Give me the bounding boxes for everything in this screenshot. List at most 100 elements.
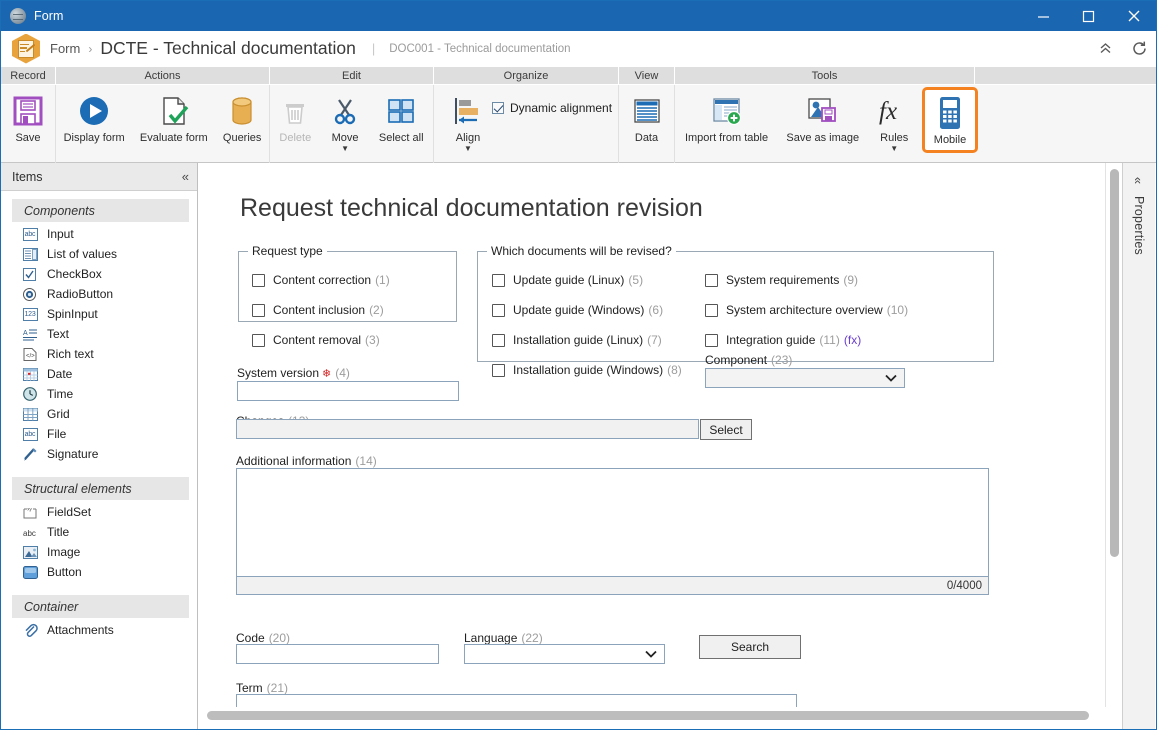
checkbox-system-requirements[interactable]: System requirements (9) bbox=[705, 273, 858, 287]
window-title: Form bbox=[34, 9, 64, 23]
align-label: Align bbox=[455, 132, 481, 144]
database-icon bbox=[226, 93, 258, 129]
changes-input[interactable] bbox=[236, 419, 699, 439]
chevron-double-up-icon[interactable] bbox=[1088, 32, 1122, 66]
sidebar-item-signature[interactable]: Signature bbox=[1, 444, 197, 464]
checkbox-installation-guide-linux[interactable]: Installation guide (Linux) (7) bbox=[492, 333, 662, 347]
system-version-label: System version ❄ (4) bbox=[237, 366, 350, 380]
checkbox-checked-icon bbox=[492, 102, 504, 114]
checkbox-content-correction[interactable]: Content correction (1) bbox=[252, 273, 390, 287]
chevron-down-icon[interactable]: ▼ bbox=[464, 145, 472, 153]
move-button[interactable]: Move ▼ bbox=[323, 90, 367, 153]
breadcrumb-root[interactable]: Form bbox=[50, 41, 80, 56]
sidebar-item-grid[interactable]: Grid bbox=[1, 404, 197, 424]
refresh-icon[interactable] bbox=[1122, 32, 1156, 66]
code-input[interactable] bbox=[236, 644, 439, 664]
chevron-down-icon[interactable]: ▼ bbox=[341, 145, 349, 153]
properties-panel-rail[interactable]: « Properties bbox=[1122, 163, 1155, 729]
close-button[interactable] bbox=[1111, 1, 1156, 31]
dynamic-alignment-checkbox[interactable]: Dynamic alignment bbox=[492, 90, 612, 115]
sidebar-item-time[interactable]: Time bbox=[1, 384, 197, 404]
checkbox-content-inclusion[interactable]: Content inclusion (2) bbox=[252, 303, 384, 317]
align-button[interactable]: Align ▼ bbox=[444, 90, 492, 153]
sidebar-item-label: List of values bbox=[47, 247, 118, 261]
sidebar-item-title[interactable]: abc Title bbox=[1, 522, 197, 542]
rich-text-icon: </> bbox=[22, 347, 38, 361]
mobile-button[interactable]: Mobile bbox=[921, 87, 979, 153]
canvas-vertical-scrollbar[interactable] bbox=[1105, 163, 1122, 713]
checkbox-installation-guide-windows[interactable]: Installation guide (Windows) (8) bbox=[492, 363, 682, 377]
checkbox-integration-guide[interactable]: Integration guide (11) (fx) bbox=[705, 333, 861, 347]
display-form-button[interactable]: Display form bbox=[57, 90, 132, 144]
checkbox-label: Content inclusion bbox=[273, 303, 366, 317]
checkbox-label: Content removal bbox=[273, 333, 362, 347]
checkbox-content-removal[interactable]: Content removal (3) bbox=[252, 333, 380, 347]
ribbon-group-label-record: Record bbox=[1, 67, 56, 85]
checkbox-icon bbox=[492, 363, 505, 377]
rules-button[interactable]: fx Rules ▼ bbox=[871, 90, 917, 153]
checkbox-label: Content correction bbox=[273, 273, 372, 287]
checkbox-icon bbox=[252, 333, 265, 347]
delete-button[interactable]: Delete bbox=[272, 90, 318, 144]
system-version-input[interactable] bbox=[237, 381, 459, 401]
breadcrumb-divider: | bbox=[371, 41, 376, 56]
breadcrumb-subtitle: DOC001 - Technical documentation bbox=[389, 42, 571, 55]
additional-information-textarea[interactable]: 0/4000 bbox=[236, 468, 989, 595]
checkbox-label: Installation guide (Windows) bbox=[513, 363, 664, 377]
checkbox-update-guide-windows[interactable]: Update guide (Windows) (6) bbox=[492, 303, 663, 317]
vertical-scroll-thumb[interactable] bbox=[1110, 169, 1119, 557]
sidebar-item-file[interactable]: abc File bbox=[1, 424, 197, 444]
title-bar: Form bbox=[1, 1, 1156, 31]
import-from-table-button[interactable]: Import from table bbox=[681, 90, 772, 144]
import-from-table-label: Import from table bbox=[684, 132, 769, 144]
save-as-image-button[interactable]: Save as image bbox=[782, 90, 863, 144]
save-button[interactable]: Save bbox=[5, 90, 51, 144]
save-as-image-label: Save as image bbox=[786, 132, 860, 144]
maximize-button[interactable] bbox=[1066, 1, 1111, 31]
svg-text:fx: fx bbox=[879, 98, 897, 125]
sidebar-item-list-of-values[interactable]: List of values bbox=[1, 244, 197, 264]
form-document-icon bbox=[12, 33, 40, 64]
sidebar-item-fieldset[interactable]: xy FieldSet bbox=[1, 502, 197, 522]
ribbon-group-headers: Record Actions Edit Organize View Tools bbox=[1, 67, 1156, 85]
code-number: (20) bbox=[268, 631, 291, 645]
evaluate-form-button[interactable]: Evaluate form bbox=[133, 90, 215, 144]
language-label-text: Language bbox=[464, 631, 518, 645]
required-marker-icon: ❄ bbox=[322, 368, 332, 380]
minimize-button[interactable] bbox=[1021, 1, 1066, 31]
component-select[interactable] bbox=[705, 368, 905, 388]
sidebar-item-spininput[interactable]: 123 SpinInput bbox=[1, 304, 197, 324]
sidebar-item-button[interactable]: Button bbox=[1, 562, 197, 582]
chevron-double-left-icon[interactable]: « bbox=[182, 169, 189, 184]
items-sidebar: Items « Components abc Input List of val… bbox=[1, 163, 198, 729]
checkbox-number: (8) bbox=[667, 363, 682, 377]
language-select[interactable] bbox=[464, 644, 665, 664]
sidebar-item-attachments[interactable]: Attachments bbox=[1, 620, 197, 640]
sidebar-item-input[interactable]: abc Input bbox=[1, 224, 197, 244]
svg-text:A: A bbox=[23, 330, 28, 337]
search-button[interactable]: Search bbox=[699, 635, 801, 659]
chevron-down-icon bbox=[645, 650, 657, 658]
changes-select-button[interactable]: Select bbox=[700, 419, 752, 440]
chevron-down-icon[interactable]: ▼ bbox=[890, 145, 898, 153]
sidebar-item-date[interactable]: Date bbox=[1, 364, 197, 384]
checkbox-label: System architecture overview bbox=[726, 303, 883, 317]
chevron-double-left-icon[interactable]: « bbox=[1131, 177, 1146, 184]
queries-label: Queries bbox=[222, 132, 262, 144]
term-number: (21) bbox=[266, 681, 289, 695]
data-button[interactable]: Data bbox=[625, 90, 669, 144]
sidebar-item-radiobutton[interactable]: RadioButton bbox=[1, 284, 197, 304]
checkbox-system-architecture-overview[interactable]: System architecture overview (10) bbox=[705, 303, 908, 317]
chevron-down-icon bbox=[885, 374, 897, 382]
sidebar-item-image[interactable]: Image bbox=[1, 542, 197, 562]
sidebar-item-label: Time bbox=[47, 387, 74, 401]
horizontal-scroll-thumb[interactable] bbox=[207, 711, 1089, 720]
select-all-button[interactable]: Select all bbox=[372, 90, 431, 144]
breadcrumb-separator: › bbox=[88, 41, 93, 56]
queries-button[interactable]: Queries bbox=[216, 90, 269, 144]
sidebar-item-text[interactable]: A Text bbox=[1, 324, 197, 344]
sidebar-item-rich-text[interactable]: </> Rich text bbox=[1, 344, 197, 364]
checkbox-update-guide-linux[interactable]: Update guide (Linux) (5) bbox=[492, 273, 643, 287]
sidebar-item-checkbox[interactable]: CheckBox bbox=[1, 264, 197, 284]
canvas-horizontal-scrollbar[interactable] bbox=[199, 707, 1123, 723]
